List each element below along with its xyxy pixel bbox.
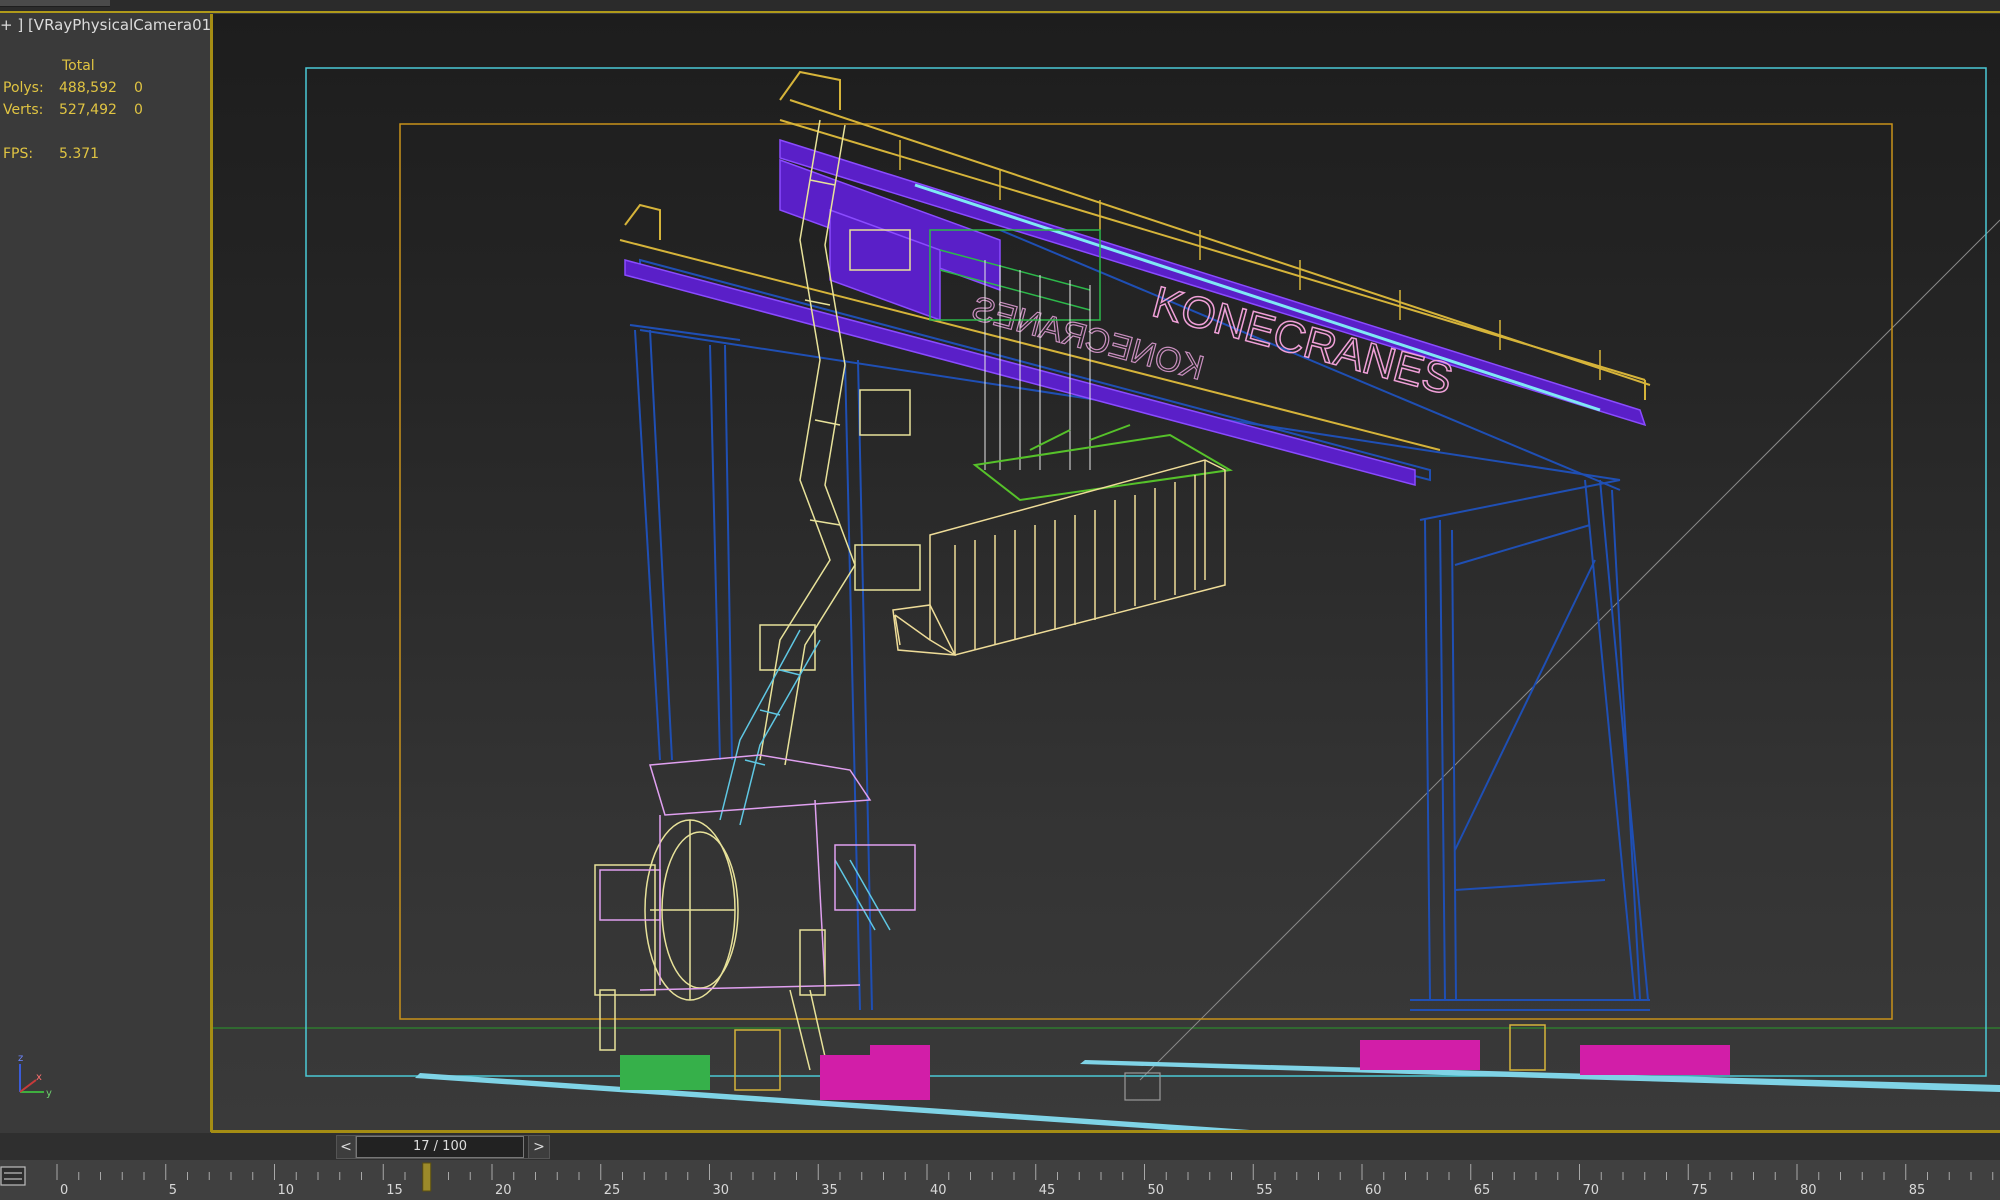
current-frame-marker[interactable] (422, 1162, 432, 1192)
time-slider-thumb[interactable]: 17 / 100 (356, 1136, 524, 1158)
timeline-tick-label: 85 (1909, 1183, 1926, 1198)
verts-label: Verts: (3, 102, 44, 118)
left-viewport-pane[interactable] (0, 42, 211, 1130)
fps-value: 5.371 (59, 146, 100, 162)
previous-frame-button[interactable]: < (336, 1135, 356, 1159)
verts-value: 527,492 (59, 102, 117, 118)
svg-text:z: z (18, 1053, 23, 1064)
svg-text:x: x (36, 1072, 42, 1083)
timeline-tick-label: 45 (1039, 1183, 1056, 1198)
bogie-left-green (620, 1055, 710, 1090)
timeline-tick-label: 80 (1800, 1183, 1817, 1198)
timeline-tick-label: 10 (278, 1183, 295, 1198)
timeline-tick-label: 70 (1583, 1183, 1600, 1198)
active-viewport-top-border (0, 11, 2000, 13)
safe-frame-outer (305, 67, 1987, 1077)
timeline-tick-label: 5 (169, 1183, 177, 1198)
svg-text:y: y (46, 1088, 52, 1099)
axis-tripod-icon: z y x (18, 1053, 52, 1099)
shipping-container (894, 459, 1226, 656)
polys-value: 488,592 (59, 80, 117, 96)
bogie-right-yellow (1509, 1024, 1546, 1071)
toolbar-tab[interactable] (0, 0, 110, 7)
timeline-tick-label: 0 (60, 1183, 68, 1198)
verts-selected-value: 0 (134, 102, 143, 118)
fps-label: FPS: (3, 146, 34, 162)
timeline-tick-label: 35 (821, 1183, 838, 1198)
timeline-ruler[interactable]: 0 5 10 15 20 25 30 35 40 45 50 55 60 65 70 75 80 85 (55, 1160, 2000, 1200)
timeline-tick-label: 75 (1691, 1183, 1708, 1198)
spreader (972, 424, 1233, 502)
bogie-left-magenta (820, 1045, 930, 1100)
timeline-tick-label: 40 (930, 1183, 947, 1198)
curve-editor-icon[interactable] (0, 1165, 26, 1187)
wireframe-scene: KONECRANES KONECRANES (213, 67, 2000, 1132)
timeline-tick-label: 30 (713, 1183, 730, 1198)
main-girder-purple (624, 138, 1647, 486)
timeline-tick-label: 15 (386, 1183, 403, 1198)
timeline-tick-label: 20 (495, 1183, 512, 1198)
cabin-ladders (594, 864, 829, 1071)
timeline-tick-label: 50 (1148, 1183, 1165, 1198)
stats-total-header: Total (62, 58, 95, 74)
timeline-tick-label: 55 (1256, 1183, 1273, 1198)
next-frame-button[interactable]: > (528, 1135, 550, 1159)
timeline-tick-label: 65 (1474, 1183, 1491, 1198)
right-leg-frame (1410, 479, 1650, 1011)
camera-viewport[interactable]: KONECRANES KONECRANES (213, 14, 2000, 1132)
container-overhang (892, 604, 957, 656)
polys-selected-value: 0 (134, 80, 143, 96)
polys-label: Polys: (3, 80, 44, 96)
cable-reel (644, 819, 739, 1001)
bogie-left-yellow (734, 1029, 781, 1091)
timeline-tick-label: 25 (604, 1183, 621, 1198)
timeline-tick-label: 60 (1365, 1183, 1382, 1198)
